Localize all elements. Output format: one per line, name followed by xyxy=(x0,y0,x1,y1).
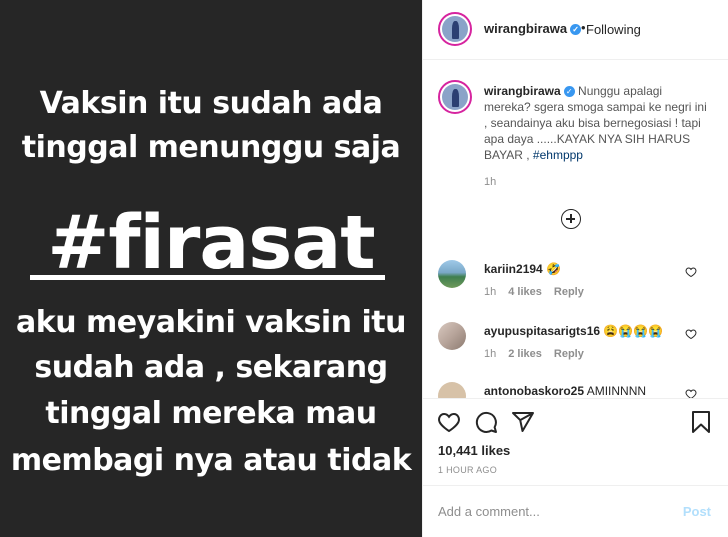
post-time[interactable]: 1 HOUR AGO xyxy=(438,465,497,475)
comment-username[interactable]: kariin2194 xyxy=(484,262,543,276)
comment-likes[interactable]: 2 likes xyxy=(508,348,542,360)
verified-badge-icon: ✓ xyxy=(563,86,575,97)
commenter-avatar[interactable] xyxy=(438,322,466,350)
reply-button[interactable]: Reply xyxy=(554,286,584,298)
caption-avatar[interactable] xyxy=(438,80,472,114)
heart-icon[interactable] xyxy=(685,266,697,278)
commenter-avatar[interactable] xyxy=(438,382,466,398)
action-bar xyxy=(423,405,728,441)
comment-text: antonobaskoro25 AMIINNNN xyxy=(484,384,647,398)
author-avatar[interactable] xyxy=(438,12,472,46)
image-text-line-4: sudah ada , sekarang xyxy=(34,350,388,385)
heart-icon[interactable] xyxy=(437,410,461,434)
comment-username[interactable]: antonobaskoro25 xyxy=(484,384,584,398)
post-sidebar: wirangbirawa ✓ • Following wirangbirawa ✓ … xyxy=(422,0,728,537)
post-button[interactable]: Post xyxy=(683,504,711,519)
image-text-line-5: tinggal mereka mau xyxy=(45,396,377,431)
caption-username[interactable]: wirangbirawa xyxy=(484,84,561,98)
hashtag-underline xyxy=(30,275,385,280)
instagram-post: Vaksin itu sudah ada tinggal menunggu sa… xyxy=(0,0,728,537)
plus-circle-icon[interactable] xyxy=(561,209,581,229)
comment-username[interactable]: ayupuspitasarigts16 xyxy=(484,324,600,338)
heart-icon[interactable] xyxy=(685,388,697,398)
author-username[interactable]: wirangbirawa ✓ xyxy=(484,21,582,36)
header-separator: • xyxy=(581,20,586,35)
comment-text: kariin2194 🤣 xyxy=(484,262,562,276)
likes-count[interactable]: 10,441 likes xyxy=(438,443,510,458)
add-comment-box: Add a comment... Post xyxy=(423,485,728,537)
commenter-avatar[interactable] xyxy=(438,260,466,288)
caption-text: wirangbirawa ✓ Nunggu apalagi mereka? sge… xyxy=(484,83,709,163)
comment-item: kariin2194 🤣 1h 4 likes Reply xyxy=(423,256,728,316)
bookmark-icon[interactable] xyxy=(689,410,713,434)
caption-time[interactable]: 1h xyxy=(484,176,496,188)
actions-divider xyxy=(423,398,728,399)
verified-badge-icon: ✓ xyxy=(570,24,582,35)
comment-item: antonobaskoro25 AMIINNNN xyxy=(423,378,728,398)
share-icon[interactable] xyxy=(511,410,535,434)
comment-clip: antonobaskoro25 AMIINNNN xyxy=(423,378,728,398)
comment-meta: 1h 2 likes Reply xyxy=(484,348,596,360)
image-text-line-1: Vaksin itu sudah ada xyxy=(39,86,383,121)
image-text-line-2: tinggal menunggu saja xyxy=(21,130,401,165)
comment-item: ayupuspitasarigts16 😩😭😭😭 1h 2 likes Reply xyxy=(423,318,728,378)
post-header: wirangbirawa ✓ • Following xyxy=(423,0,728,60)
heart-icon[interactable] xyxy=(685,328,697,340)
caption-hashtag[interactable]: #ehmppp xyxy=(533,148,583,162)
image-text-line-3: aku meyakini vaksin itu xyxy=(16,305,406,340)
reply-button[interactable]: Reply xyxy=(554,348,584,360)
comment-time[interactable]: 1h xyxy=(484,286,496,298)
following-button[interactable]: Following xyxy=(586,22,641,37)
comment-icon[interactable] xyxy=(474,410,498,434)
comment-text: ayupuspitasarigts16 😩😭😭😭 xyxy=(484,324,664,338)
comment-time[interactable]: 1h xyxy=(484,348,496,360)
comment-input[interactable]: Add a comment... xyxy=(438,504,540,519)
image-text-line-6: membagi nya atau tidak xyxy=(10,443,412,478)
comment-likes[interactable]: 4 likes xyxy=(508,286,542,298)
post-image[interactable]: Vaksin itu sudah ada tinggal menunggu sa… xyxy=(0,0,422,537)
comment-meta: 1h 4 likes Reply xyxy=(484,286,596,298)
image-hashtag: #firasat xyxy=(47,200,375,286)
